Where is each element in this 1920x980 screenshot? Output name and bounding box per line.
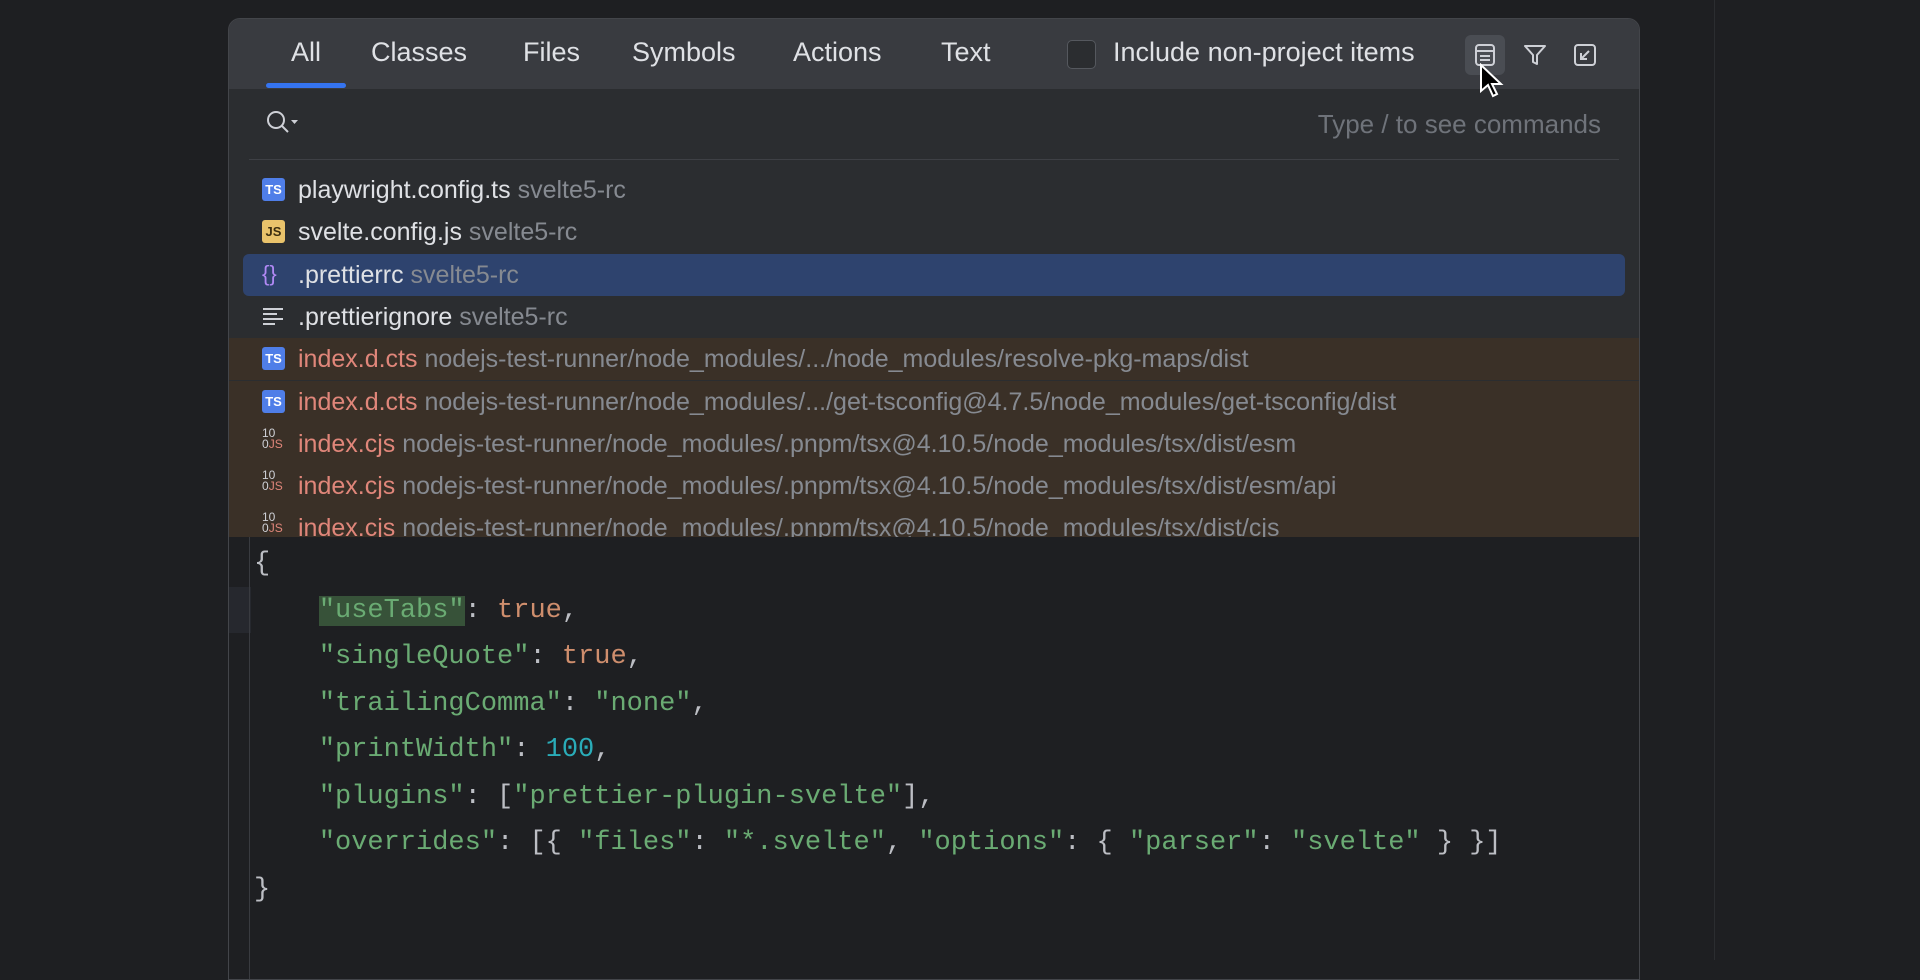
json-file-icon: {} <box>262 260 277 286</box>
open-in-tool-window-button[interactable] <box>1565 35 1605 75</box>
tab-all[interactable]: All <box>265 37 347 88</box>
search-hint: Type / to see commands <box>1317 109 1601 139</box>
popup-header: All Classes Files Symbols Actions Text I… <box>229 19 1639 98</box>
code-line: "singleQuote": true, <box>318 642 643 672</box>
result-item[interactable]: {} .prettierrc svelte5-rc <box>243 253 1625 296</box>
result-item[interactable]: .prettierignore svelte5-rc <box>229 296 1639 338</box>
result-item[interactable]: 10 0JS index.cjs nodejs-test-runner/node_m… <box>229 422 1639 465</box>
result-location: nodejs-test-runner/node_modules/.pnpm/ts… <box>402 429 1297 458</box>
result-item[interactable]: TS index.d.cts nodejs-test-runner/node_mo… <box>229 338 1639 381</box>
tab-files[interactable]: Files <box>523 37 580 68</box>
binary-js-file-icon: 10 0JS <box>262 468 283 494</box>
result-name: index.d.cts <box>298 387 418 416</box>
code-line: } <box>254 874 271 905</box>
code-line: "plugins": ["prettier-plugin-svelte"], <box>318 781 935 812</box>
current-line-gutter <box>229 587 251 633</box>
result-location: svelte5-rc <box>410 260 519 289</box>
include-non-project-checkbox[interactable] <box>1067 40 1096 69</box>
include-non-project-label[interactable]: Include non-project items <box>1113 37 1415 68</box>
typescript-file-icon: TS <box>262 389 285 413</box>
preview-editor[interactable]: { "useTabs": true, "singleQuote": true, … <box>229 537 1639 979</box>
result-item[interactable]: TS index.d.cts nodejs-test-runner/node_mo… <box>229 380 1639 423</box>
code-line: "trailingComma": "none", <box>318 688 708 719</box>
code-line: { <box>254 549 271 579</box>
filter-button[interactable] <box>1515 35 1555 75</box>
search-separator <box>249 159 1619 160</box>
tab-classes[interactable]: Classes <box>371 37 467 68</box>
editor-gutter <box>249 537 250 979</box>
search-everywhere-popup: All Classes Files Symbols Actions Text I… <box>228 18 1640 980</box>
result-name: .prettierignore <box>298 302 453 331</box>
result-location: nodejs-test-runner/node_modules/.pnpm/ts… <box>402 472 1337 501</box>
tab-text[interactable]: Text <box>941 37 991 68</box>
search-icon[interactable] <box>265 109 301 139</box>
result-location: nodejs-test-runner/node_modules/.../get-… <box>424 387 1397 416</box>
result-item[interactable]: TS playwright.config.ts svelte5-rc <box>229 169 1639 211</box>
editor-divider <box>1714 0 1715 960</box>
filter-icon <box>1524 45 1546 65</box>
typescript-file-icon: TS <box>262 178 285 201</box>
search-bar: Type / to see commands <box>229 89 1639 159</box>
result-name: playwright.config.ts <box>298 176 511 204</box>
result-name: index.cjs <box>298 429 396 458</box>
result-location: svelte5-rc <box>459 302 568 331</box>
result-item[interactable]: JS svelte.config.js svelte5-rc <box>229 211 1639 253</box>
collapse-icon <box>1574 44 1596 66</box>
result-name: .prettierrc <box>298 260 404 289</box>
binary-js-file-icon: 10 0JS <box>262 425 283 451</box>
result-name: index.cjs <box>298 472 396 501</box>
code-line: "useTabs": true, <box>318 595 579 626</box>
tab-symbols[interactable]: Symbols <box>632 37 736 68</box>
result-location: svelte5-rc <box>517 176 626 204</box>
result-item[interactable]: 10 0JS index.cjs nodejs-test-runner/node_m… <box>229 465 1639 508</box>
code-line: "printWidth": 100, <box>318 735 611 765</box>
text-file-icon <box>263 307 283 325</box>
result-name: index.d.cts <box>298 345 418 374</box>
tab-actions[interactable]: Actions <box>793 37 882 68</box>
binary-js-file-icon: 10 0JS <box>262 510 283 536</box>
search-input[interactable] <box>309 103 1213 145</box>
code-line: "overrides": [{ "files": "*.svelte", "op… <box>318 828 1502 858</box>
result-location: svelte5-rc <box>468 218 578 247</box>
javascript-file-icon: JS <box>262 220 285 244</box>
typescript-file-icon: TS <box>262 347 285 371</box>
result-location: nodejs-test-runner/node_modules/.../node… <box>424 345 1249 374</box>
result-name: svelte.config.js <box>298 218 462 247</box>
